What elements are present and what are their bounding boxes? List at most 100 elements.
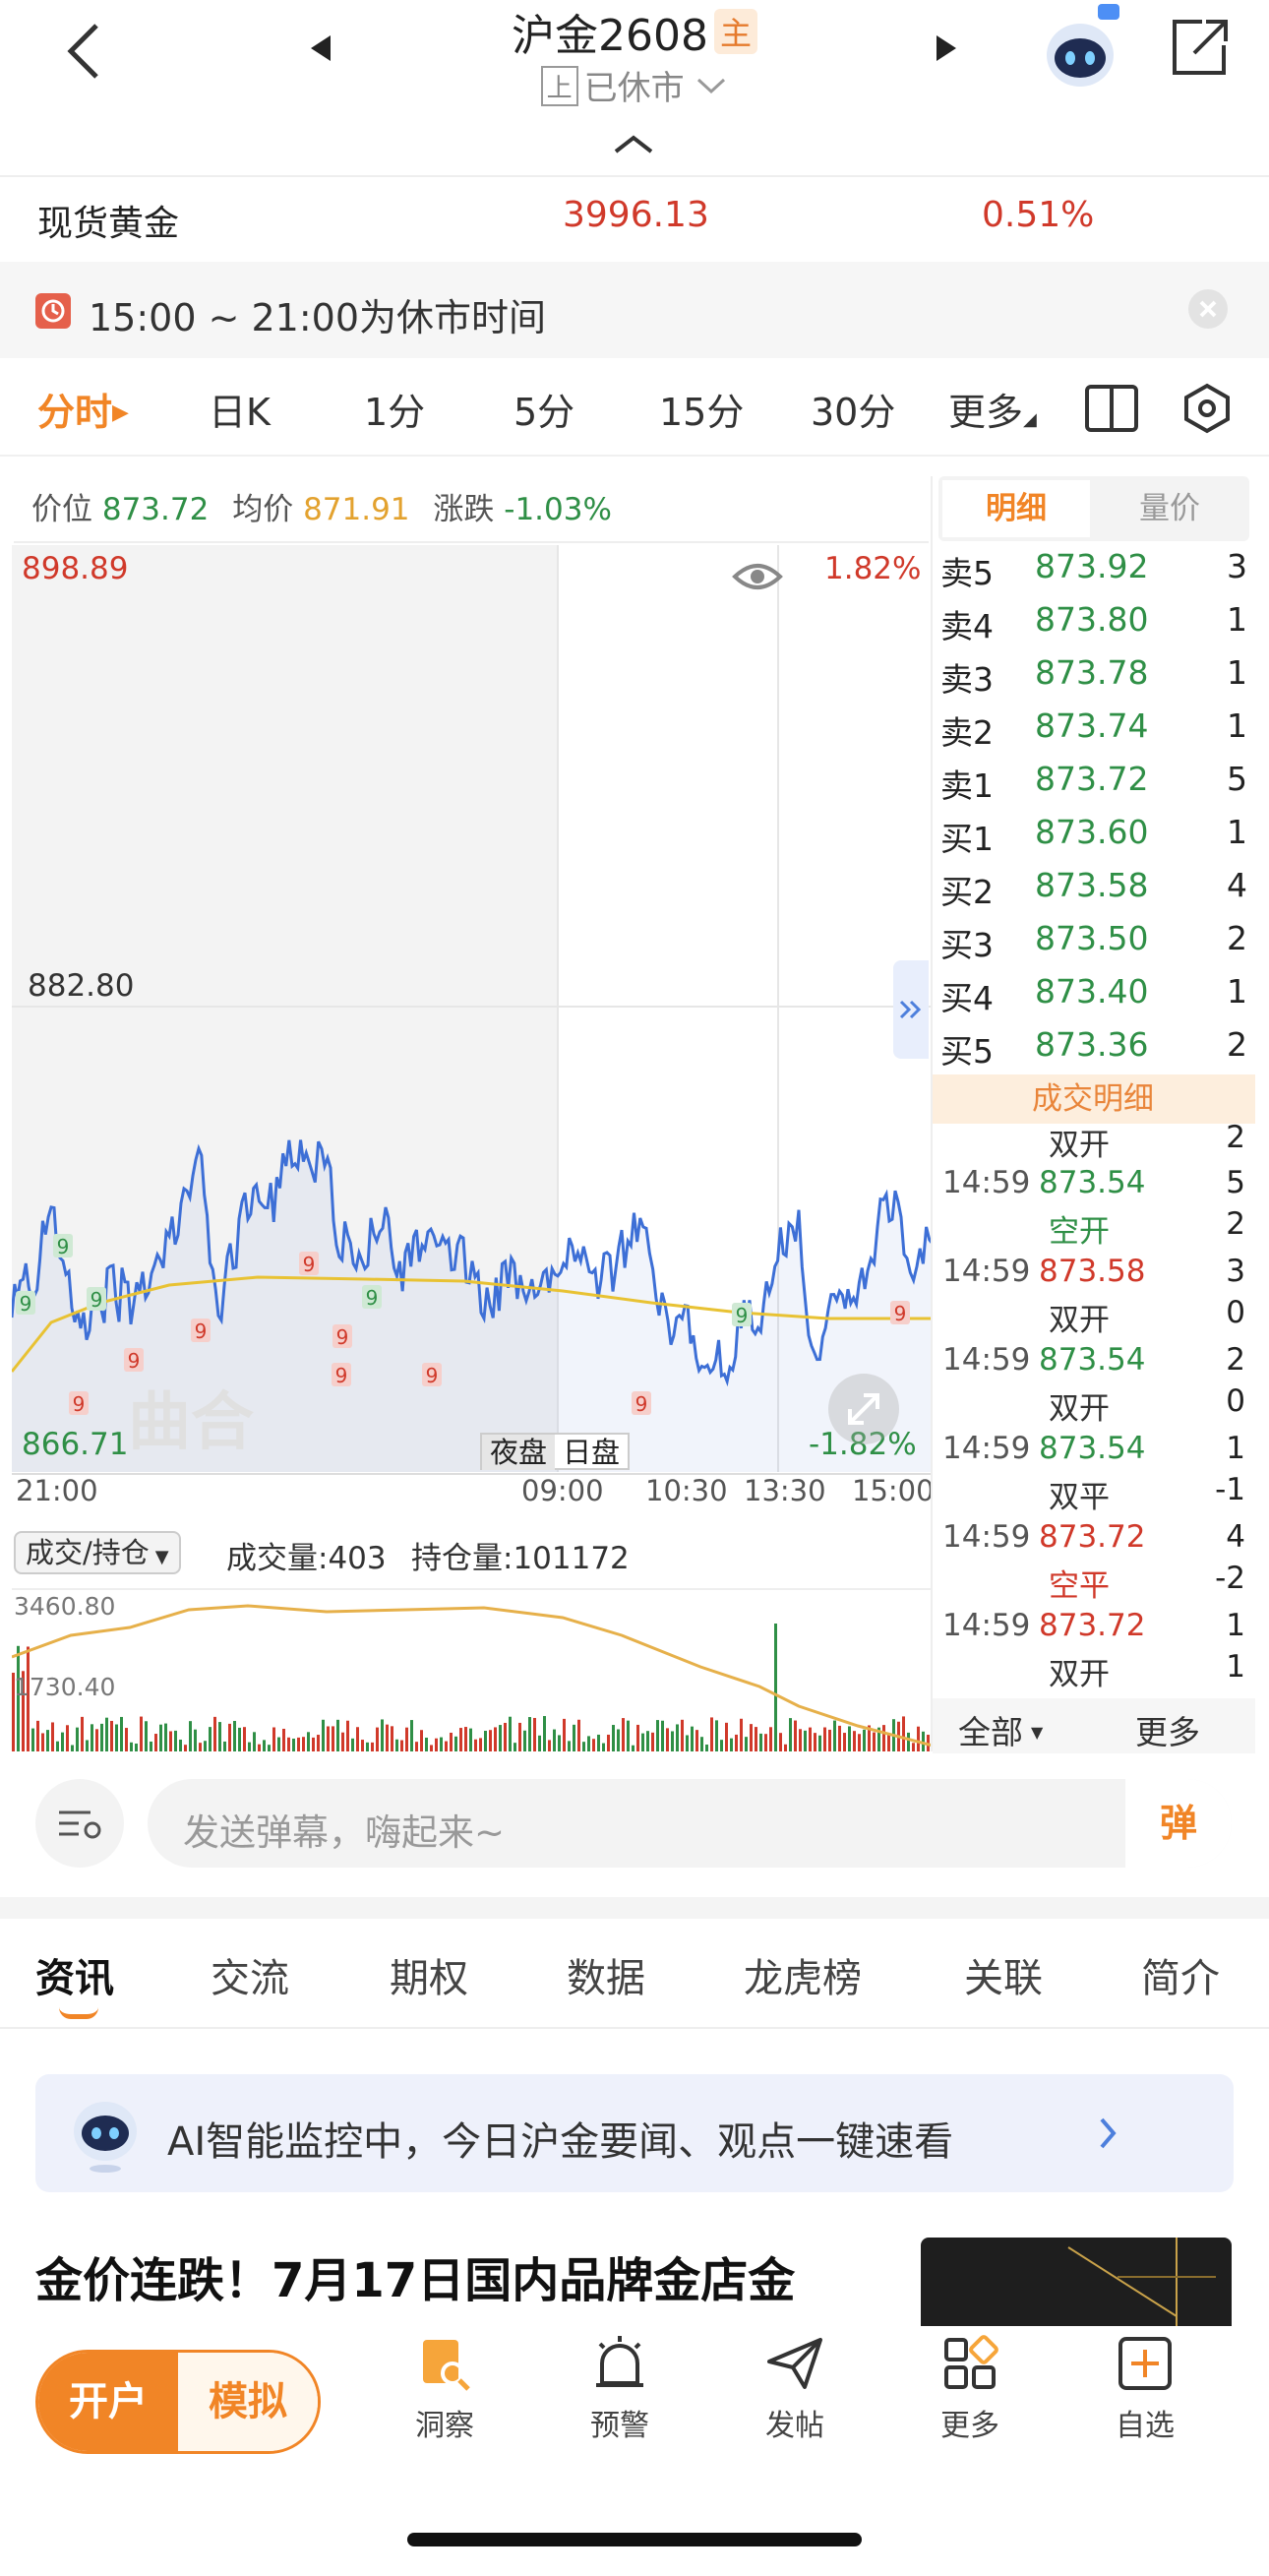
tab-more-periods[interactable]: 更多◢: [948, 382, 1037, 436]
trades-header[interactable]: 成交明细: [931, 1074, 1255, 1124]
danmaku-send-button[interactable]: 弹: [1125, 1779, 1232, 1868]
spot-gold-row[interactable]: 现货黄金 3996.13 0.51%: [0, 177, 1269, 262]
trade-time: 14:59: [942, 1519, 1031, 1555]
fullscreen-button[interactable]: [828, 1374, 899, 1444]
collapse-button[interactable]: [612, 134, 655, 159]
tab-1min-label: 1分: [364, 391, 426, 434]
night-session-button[interactable]: 夜盘: [482, 1435, 556, 1470]
orderbook-row[interactable]: 卖2 873.74 1: [940, 706, 1247, 760]
expand-panel-button[interactable]: [893, 960, 929, 1059]
volume-bar: [671, 1731, 674, 1751]
open-account-button[interactable]: 开户: [38, 2353, 178, 2451]
hide-indicators-button[interactable]: [732, 557, 783, 600]
signal-marker-label: 9: [894, 1302, 907, 1325]
trade-price: 873.58: [1039, 1254, 1146, 1289]
x-axis-label: 21:00: [16, 1474, 98, 1507]
tab-related[interactable]: 关联: [964, 1946, 1043, 2003]
volume-bar: [676, 1724, 679, 1751]
tab-options[interactable]: 期权: [390, 1946, 468, 2003]
tab-intro[interactable]: 简介: [1141, 1946, 1220, 2003]
trade-row[interactable]: 14:59 873.72 4 空平 -2: [940, 1519, 1251, 1606]
tab-30min[interactable]: 30分: [811, 382, 895, 436]
orderbook-row[interactable]: 买1 873.60 1: [940, 813, 1247, 866]
tab-volume-price-label: 量价: [1139, 491, 1200, 526]
volume-bar: [730, 1738, 733, 1751]
nav-watchlist[interactable]: 自选: [1086, 2334, 1204, 2444]
trade-row[interactable]: 14:59 873.54 2 双开 0: [940, 1342, 1251, 1429]
trade-time: 14:59: [942, 1165, 1031, 1200]
orderbook-row[interactable]: 卖1 873.72 5: [940, 760, 1247, 813]
orderbook-row[interactable]: 卖3 873.78 1: [940, 653, 1247, 706]
avg-label: 均价: [232, 492, 294, 527]
orderbook-row[interactable]: 买2 873.58 4: [940, 866, 1247, 919]
exchange-badge: 上: [540, 66, 578, 106]
trade-row[interactable]: 双开 2: [940, 1120, 1251, 1163]
intraday-price-chart[interactable]: 9999999999999 9: [12, 545, 933, 1480]
insight-icon: [423, 2340, 470, 2391]
tab-data[interactable]: 数据: [567, 1946, 645, 2003]
trade-type: 双平: [1049, 1480, 1110, 1515]
orderbook-qty: 1: [1227, 600, 1247, 639]
orderbook-row[interactable]: 买5 873.36 2: [940, 1025, 1247, 1078]
chart-settings-button[interactable]: [1180, 382, 1234, 439]
nav-post[interactable]: 发帖: [736, 2334, 854, 2444]
volume-bar: [818, 1735, 821, 1751]
trade-type: 双开: [1049, 1391, 1110, 1427]
tab-5min[interactable]: 5分: [514, 382, 574, 436]
trade-row[interactable]: 14:59 873.54 5 空开 2: [940, 1165, 1251, 1252]
trade-type: 双开: [1049, 1303, 1110, 1338]
volume-bar: [538, 1735, 541, 1751]
volume-bar: [346, 1720, 349, 1751]
ai-assistant-button[interactable]: [1041, 4, 1119, 92]
volume-bar: [36, 1720, 39, 1751]
orderbook-row[interactable]: 买4 873.40 1: [940, 972, 1247, 1025]
tab-daily-k[interactable]: 日K: [209, 382, 271, 436]
volume-bar: [553, 1729, 556, 1751]
tab-detail[interactable]: 明细: [942, 480, 1090, 537]
volume-bar: [745, 1737, 748, 1751]
orderbook-row[interactable]: 卖5 873.92 3: [940, 547, 1247, 600]
volume-selector[interactable]: 成交/持仓 ▼: [14, 1531, 181, 1574]
news-thumbnail: [921, 2238, 1232, 2326]
share-button[interactable]: [1167, 16, 1232, 81]
ai-monitor-banner[interactable]: AI智能监控中，今日沪金要闻、观点一键速看: [35, 2074, 1234, 2192]
danmaku-input[interactable]: 发送弹幕，嗨起来~ 弹: [148, 1779, 1232, 1868]
layout-toggle-button[interactable]: [1084, 384, 1139, 437]
trade-row[interactable]: 14:59 873.54 1 双平 -1: [940, 1431, 1251, 1517]
close-notice-button[interactable]: [1188, 289, 1228, 329]
more-trades-button[interactable]: 更多: [1135, 1706, 1200, 1753]
tab-discussion[interactable]: 交流: [211, 1946, 289, 2003]
news-item[interactable]: 金价连跌！7月17日国内品牌金店金: [0, 2234, 1269, 2326]
y-axis-min: 866.71: [22, 1427, 129, 1462]
session-toggle[interactable]: 夜盘 日盘: [480, 1433, 631, 1470]
double-chevron-right-icon: [899, 1000, 922, 1019]
nav-insight[interactable]: 洞察: [386, 2334, 504, 2444]
nav-more[interactable]: 更多: [911, 2334, 1029, 2444]
orderbook-level: 卖3: [940, 660, 994, 699]
volume-bar: [420, 1730, 423, 1751]
day-session-button[interactable]: 日盘: [555, 1435, 628, 1470]
orderbook-row[interactable]: 买3 873.50 2: [940, 919, 1247, 972]
tab-1min[interactable]: 1分: [364, 382, 425, 436]
volume-bar: [769, 1727, 772, 1751]
simulate-button[interactable]: 模拟: [178, 2353, 318, 2451]
volume-bar: [563, 1718, 566, 1751]
tab-dragon-tiger[interactable]: 龙虎榜: [744, 1946, 862, 2003]
tab-related-label: 关联: [964, 1956, 1043, 2001]
spot-price: 3996.13: [563, 195, 709, 235]
trade-row[interactable]: 14:59 873.72 1 双开 1: [940, 1608, 1251, 1694]
tab-news[interactable]: 资讯: [35, 1946, 114, 2003]
tab-15min[interactable]: 15分: [659, 382, 744, 436]
tab-intraday[interactable]: 分时▶: [37, 382, 129, 436]
signal-marker-label: 9: [366, 1286, 379, 1310]
nav-alert[interactable]: 预警: [561, 2334, 679, 2444]
filter-all-button[interactable]: 全部 ▼: [958, 1706, 1043, 1753]
danmaku-settings-button[interactable]: [35, 1779, 124, 1868]
volume-bar: [154, 1734, 157, 1751]
trades-footer: 全部 ▼ 更多: [933, 1698, 1255, 1753]
orderbook-row[interactable]: 卖4 873.80 1: [940, 600, 1247, 653]
trade-row[interactable]: 14:59 873.58 3 双开 0: [940, 1254, 1251, 1340]
volume-bar: [804, 1730, 807, 1751]
tab-volume-price[interactable]: 量价: [1094, 480, 1245, 537]
filter-all-label: 全部: [958, 1713, 1023, 1751]
